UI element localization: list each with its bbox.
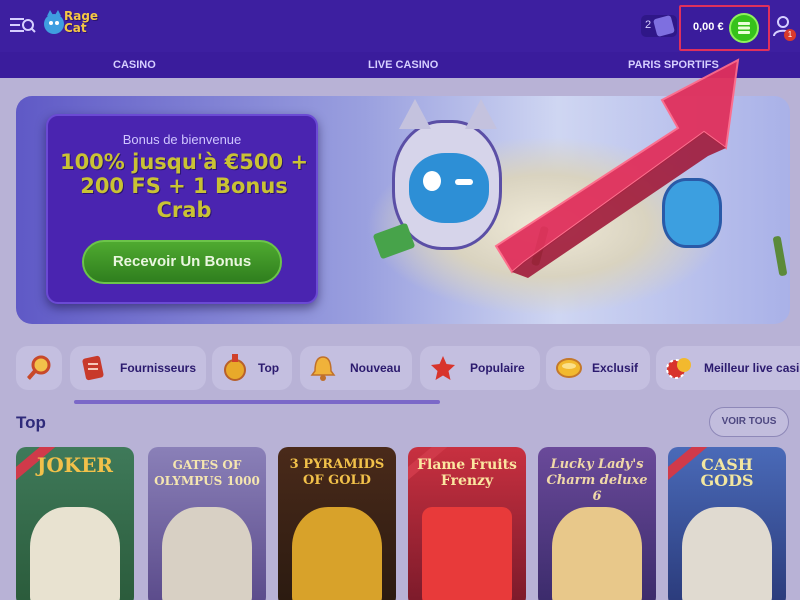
main-nav: CASINO LIVE CASINO PARIS SPORTIFS	[0, 52, 800, 78]
god-illustration	[682, 507, 772, 600]
category-label: Nouveau	[350, 361, 401, 375]
deposit-coin-icon[interactable]	[729, 13, 759, 43]
cat-ear-shape	[399, 99, 431, 129]
cat-wink-eye	[455, 179, 473, 185]
top-header: Rage Cat 2 0,00 € 1	[0, 0, 800, 52]
category-providers[interactable]: Fournisseurs	[70, 346, 206, 390]
zeus-illustration	[162, 507, 252, 600]
see-all-button[interactable]: VOIR TOUS	[709, 407, 789, 437]
game-title: 3 PYRAMIDS OF GOLD	[289, 457, 385, 488]
category-search[interactable]	[16, 346, 62, 390]
claim-bonus-button[interactable]: Recevoir Un Bonus	[82, 240, 282, 284]
category-label: Meilleur live casino	[704, 361, 800, 375]
logo-text: Rage Cat	[64, 9, 99, 35]
medal-icon	[224, 354, 246, 381]
nav-sports-betting[interactable]: PARIS SPORTIFS	[628, 59, 719, 71]
game-card-joker[interactable]: JOKER	[16, 447, 134, 600]
section-title-top: Top	[16, 413, 46, 432]
category-top[interactable]: Top	[212, 346, 292, 390]
nav-live-casino[interactable]: LIVE CASINO	[368, 59, 438, 71]
category-exclusive[interactable]: Exclusif	[546, 346, 650, 390]
category-new[interactable]: Nouveau	[300, 346, 412, 390]
category-label: Populaire	[470, 361, 525, 375]
bonus-title: 100% jusqu'à €500 + 200 FS + 1 Bonus Cra…	[59, 150, 309, 222]
pharaoh-illustration	[292, 507, 382, 600]
seven-illustration	[422, 507, 512, 600]
game-card-flame-fruits[interactable]: Flame Fruits Frenzy	[408, 447, 526, 600]
game-card-3-pyramids[interactable]: 3 PYRAMIDS OF GOLD	[278, 447, 396, 600]
game-title: GATES OF OLYMPUS 1000	[154, 458, 260, 488]
small-cat-illustration	[662, 178, 722, 248]
menu-search-icon[interactable]	[10, 14, 36, 36]
bell-icon	[310, 356, 336, 381]
nav-casino[interactable]: CASINO	[113, 59, 156, 71]
search-icon	[26, 355, 51, 381]
game-card-gates-of-olympus[interactable]: GATES OF OLYMPUS 1000	[148, 447, 266, 600]
category-label: Top	[258, 361, 280, 375]
cat-visor	[409, 153, 489, 223]
free-spins-counter[interactable]: 2	[641, 14, 677, 38]
bonus-subtitle: Bonus de bienvenue	[122, 132, 242, 147]
joker-illustration	[30, 507, 120, 600]
game-title: JOKER	[36, 453, 114, 477]
exclusive-icon	[556, 358, 582, 378]
palm-tree-icon	[772, 235, 788, 277]
category-best-live-casino[interactable]: Meilleur live casino	[656, 346, 800, 390]
bonus-card: Bonus de bienvenue 100% jusqu'à €500 + 2…	[46, 114, 318, 304]
cat-eye	[423, 171, 441, 191]
star-icon	[431, 356, 455, 380]
game-title: Flame Fruits Frenzy	[417, 457, 517, 489]
category-label: Exclusif	[592, 361, 639, 375]
category-strip: Fournisseurs Top Nouveau Populaire Exclu…	[16, 346, 800, 392]
lady-illustration	[552, 507, 642, 600]
provider-icon	[82, 355, 104, 381]
ticket-icon	[652, 14, 676, 38]
game-title: CASH GODS	[700, 455, 754, 490]
cat-ear-shape	[465, 99, 497, 129]
free-spins-count: 2	[645, 19, 652, 31]
balance-button[interactable]: 0,00 €	[679, 5, 770, 51]
game-title: Lucky Lady's Charm deluxe 6	[546, 457, 648, 504]
balance-amount: 0,00 €	[693, 21, 724, 33]
live-icon	[666, 358, 691, 379]
category-label: Fournisseurs	[120, 361, 197, 375]
game-card-cash-gods[interactable]: CASH GODS	[668, 447, 786, 600]
site-logo[interactable]: Rage Cat	[44, 8, 106, 44]
game-card-lucky-ladys-charm[interactable]: Lucky Lady's Charm deluxe 6	[538, 447, 656, 600]
category-popular[interactable]: Populaire	[420, 346, 540, 390]
category-scrollbar[interactable]	[74, 400, 440, 404]
notification-badge: 1	[784, 29, 796, 41]
